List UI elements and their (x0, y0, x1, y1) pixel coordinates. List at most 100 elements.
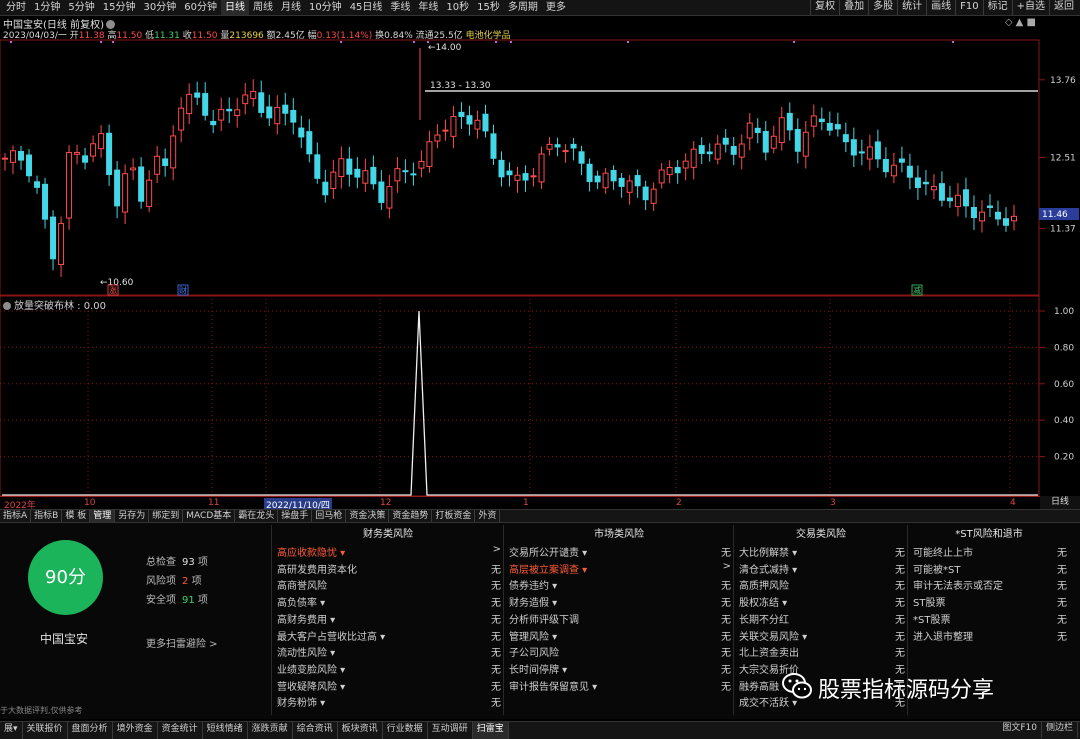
risk-item[interactable]: 高层被立案调查 ▾ > (509, 561, 737, 576)
period-16[interactable]: 更多 (542, 0, 570, 15)
risk-item[interactable]: 高研发费用资本化 无 (277, 561, 507, 576)
risk-item[interactable]: 营收疑降风险 ▾ 无 (277, 678, 507, 693)
top-button-5[interactable]: F10 (955, 0, 982, 15)
risk-item[interactable]: 财务造假 ▾ 无 (509, 594, 737, 609)
candle-body (170, 135, 177, 169)
candle-body (194, 92, 201, 98)
indicator-tabs: 指标A 指标B 模 板管理 另存为 绑定到 MACD基本 霸在龙头 操盘手 回马枪 资金决策 资金趋… (0, 509, 1080, 523)
risk-item[interactable]: *ST股票 无 (913, 611, 1073, 626)
bottom-tab-4[interactable]: 资金统计 (158, 722, 203, 739)
sub-tick-label: 0.40 (1054, 416, 1074, 426)
risk-item[interactable]: ST股票 无 (913, 594, 1073, 609)
candle-body (746, 122, 753, 139)
risk-item[interactable]: 长时间停牌 ▾ 无 (509, 661, 737, 676)
stat-total: 总检查 93 项 (146, 557, 208, 568)
more-scan-link[interactable]: 更多扫雷避险 > (146, 635, 218, 650)
period-11[interactable]: 季线 (386, 0, 414, 15)
period-7[interactable]: 周线 (249, 0, 277, 15)
risk-item-name: 可能被*ST (913, 564, 961, 576)
price-tick-label: 13.76 (1050, 76, 1076, 86)
bottom-tab-3[interactable]: 境外资金 (113, 722, 158, 739)
risk-item-name: 高应收款隐忧 ▾ (277, 548, 346, 559)
period-5[interactable]: 60分钟 (180, 0, 221, 15)
sub-tick-label: 0.60 (1054, 380, 1074, 390)
candle-body (210, 120, 217, 126)
risk-item[interactable]: 高应收款隐忧 ▾ > (277, 544, 507, 559)
risk-item[interactable]: 股权冻结 ▾ 无 (739, 594, 911, 609)
period-12[interactable]: 年线 (414, 0, 442, 15)
candle-body (826, 122, 833, 131)
bottom-tab-5[interactable]: 短线情绪 (203, 722, 248, 739)
risk-item[interactable]: 大比例解禁 ▾ 无 (739, 544, 911, 559)
risk-item[interactable]: 审计无法表示或否定 无 (913, 577, 1073, 592)
top-button-7[interactable]: +自选 (1011, 0, 1049, 15)
candle-body (858, 151, 865, 154)
risk-item[interactable]: 可能被*ST 无 (913, 561, 1073, 576)
gear-icon[interactable] (3, 302, 11, 310)
risk-item-value: 无 (721, 581, 731, 593)
bottom-tab-8[interactable]: 板块资讯 (338, 722, 383, 739)
period-8[interactable]: 月线 (277, 0, 305, 15)
bottom-tab-11[interactable]: 扫雷宝 (472, 722, 509, 739)
period-6[interactable]: 日线 (220, 0, 249, 15)
risk-item[interactable]: 高商誉风险 无 (277, 577, 507, 592)
bottom-tab-1[interactable]: 关联报价 (23, 722, 68, 739)
risk-item[interactable]: 业绩变脸风险 ▾ 无 (277, 661, 507, 676)
kline-chart[interactable]: 13.7612.5111.3711.4613.33 - 13.30←14.00←… (0, 14, 1080, 498)
bottom-right-1[interactable]: 侧边栏 (1042, 721, 1078, 738)
risk-item-name: 进入退市整理 (913, 631, 973, 643)
risk-item[interactable]: 分析师评级下调 无 (509, 611, 737, 626)
bottom-tab-10[interactable]: 互动调研 (428, 722, 473, 739)
top-button-1[interactable]: 叠加 (839, 0, 868, 15)
period-15[interactable]: 多周期 (504, 0, 542, 15)
top-button-0[interactable]: 复权 (810, 0, 839, 15)
top-button-6[interactable]: 标记 (982, 0, 1012, 15)
risk-item[interactable]: 高财务费用 ▾ 无 (277, 611, 507, 626)
risk-item[interactable]: 清仓式减持 ▾ 无 (739, 561, 911, 576)
bottom-tab-7[interactable]: 综合资讯 (293, 722, 338, 739)
risk-item[interactable]: 最大客户占营收比过高 ▾ 无 (277, 628, 507, 643)
period-10[interactable]: 45日线 (346, 0, 387, 15)
top-button-3[interactable]: 统计 (897, 0, 926, 15)
bottom-tab-0[interactable]: 展▾ (0, 722, 23, 739)
top-button-2[interactable]: 多股 (868, 0, 897, 15)
risk-item[interactable]: 交易所公开谴责 ▾ 无 (509, 544, 737, 559)
period-13[interactable]: 10秒 (442, 0, 473, 15)
risk-item[interactable]: 审计报告保留意见 ▾ 无 (509, 678, 737, 693)
top-button-4[interactable]: 画线 (926, 0, 955, 15)
period-3[interactable]: 15分钟 (99, 0, 140, 15)
risk-item[interactable]: 子公司风险 无 (509, 644, 737, 659)
risk-item-value: 无 (1057, 548, 1067, 559)
period-1[interactable]: 1分钟 (30, 0, 64, 15)
bottom-tab-6[interactable]: 涨跌贡献 (248, 722, 293, 739)
risk-item[interactable]: 可能终止上市 无 (913, 544, 1073, 559)
candle-body (282, 104, 289, 114)
risk-item[interactable]: 管理风险 ▾ 无 (509, 628, 737, 643)
period-2[interactable]: 5分钟 (64, 0, 98, 15)
bottom-tab-9[interactable]: 行业数据 (383, 722, 428, 739)
risk-item[interactable]: 进入退市整理 无 (913, 628, 1073, 643)
risk-item[interactable]: 财务粉饰 ▾ 无 (277, 694, 507, 709)
candle-body (26, 154, 33, 177)
candle-body (98, 133, 105, 150)
risk-item[interactable]: 北上资金卖出 无 (739, 644, 911, 659)
event-marker: 减 (913, 285, 921, 295)
period-14[interactable]: 15秒 (473, 0, 504, 15)
candle-body (594, 175, 601, 183)
risk-item-value: > (492, 544, 501, 555)
bottom-tab-2[interactable]: 盘面分析 (68, 722, 113, 739)
period-9[interactable]: 10分钟 (305, 0, 346, 15)
candle-body (578, 151, 585, 164)
risk-item[interactable]: 债券违约 ▾ 无 (509, 577, 737, 592)
signal-dot (510, 41, 512, 43)
risk-item[interactable]: 长期不分红 无 (739, 611, 911, 626)
risk-item[interactable]: 高负债率 ▾ 无 (277, 594, 507, 609)
period-4[interactable]: 30分钟 (139, 0, 180, 15)
risk-column-title: 财务类风险 (363, 529, 413, 540)
top-button-8[interactable]: 返回 (1049, 0, 1078, 15)
risk-item[interactable]: 流动性风险 ▾ 无 (277, 644, 507, 659)
bottom-right-0[interactable]: 图文F10 (998, 721, 1042, 738)
risk-item[interactable]: 关联交易风险 ▾ 无 (739, 628, 911, 643)
risk-item[interactable]: 高质押风险 无 (739, 577, 911, 592)
period-0[interactable]: 分时 (2, 0, 30, 15)
